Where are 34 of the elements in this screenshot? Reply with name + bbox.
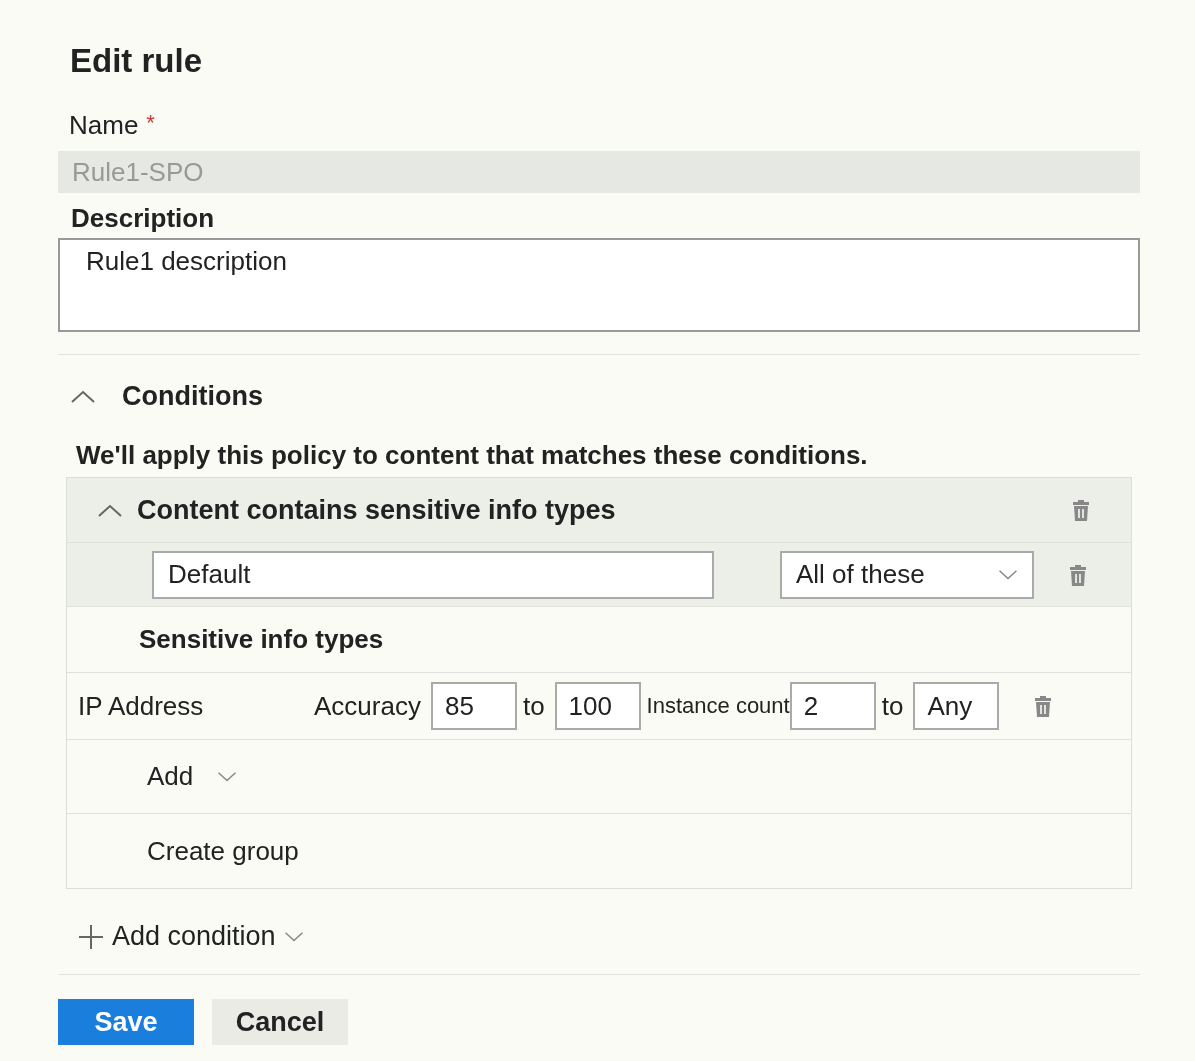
caret-icon[interactable]	[70, 390, 96, 403]
instance-count-label: Instance count	[646, 693, 790, 719]
create-group-link[interactable]: Create group	[147, 835, 299, 867]
add-condition-link[interactable]: Add condition	[112, 921, 276, 952]
description-field[interactable]: Rule1 description	[58, 238, 1140, 332]
field-label: Name	[69, 110, 139, 141]
accuracy-max-field[interactable]: 100	[554, 682, 641, 730]
chevron-icon[interactable]	[998, 569, 1018, 580]
accuracy-min-field[interactable]: 85	[430, 682, 517, 730]
required-mark: *	[146, 110, 155, 137]
chevron-icon[interactable]	[217, 771, 238, 782]
caret-icon[interactable]	[97, 503, 123, 517]
panel-title: Edit rule	[70, 42, 204, 80]
to-label: to	[881, 690, 904, 722]
accuracy-label: Accuracy	[314, 690, 421, 722]
add-link[interactable]: Add	[147, 761, 194, 792]
subsection-title: Sensitive info types	[67, 607, 1131, 673]
count-max-field[interactable]: Any	[913, 682, 1000, 730]
condition-title: Content contains sensitive info types	[137, 494, 617, 526]
operator-dropdown[interactable]: All of these	[780, 550, 1034, 599]
cancel-button[interactable]: Cancel	[212, 999, 348, 1045]
chevron-icon[interactable]	[283, 931, 304, 942]
field-label: Description	[71, 203, 216, 234]
intro-text: We'll apply this policy to content that matches these conditions.	[76, 440, 869, 471]
save-button[interactable]: Save	[58, 999, 194, 1045]
to-label: to	[522, 690, 545, 722]
plus-icon[interactable]	[78, 923, 104, 950]
delete-icon[interactable]	[1033, 694, 1054, 718]
count-min-field[interactable]: 2	[789, 682, 876, 730]
group-name-field[interactable]: Default	[152, 550, 714, 599]
info-type-name: IP Address	[78, 690, 205, 722]
section-title: Conditions	[122, 381, 263, 412]
delete-icon[interactable]	[1068, 562, 1088, 587]
delete-icon[interactable]	[1071, 498, 1091, 522]
